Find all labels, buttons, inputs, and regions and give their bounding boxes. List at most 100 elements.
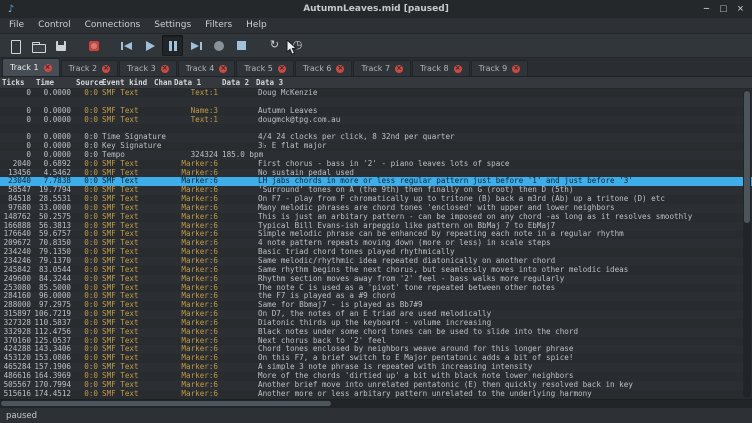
tab-track-9[interactable]: Track 9 bbox=[471, 60, 529, 76]
horizontal-scrollbar[interactable] bbox=[0, 399, 752, 407]
cell-data2: 185.0 bpm bbox=[220, 151, 254, 160]
cell-event-kind: SMF Text bbox=[100, 89, 152, 98]
cell-data3: First chorus - bass in '2' - piano leave… bbox=[254, 160, 752, 169]
pause-button[interactable] bbox=[162, 35, 183, 56]
cell-data3: A simple 3 note phrase is repeated with … bbox=[254, 363, 752, 372]
tab-close-icon[interactable] bbox=[102, 65, 110, 73]
filters-menu[interactable]: Filters bbox=[198, 18, 239, 33]
cell-data3: On this F7, a brief switch to E Major pe… bbox=[254, 354, 752, 363]
cell-data3: No sustain pedal used bbox=[254, 169, 752, 178]
tab-close-icon[interactable] bbox=[161, 65, 169, 73]
app-window: ♪ AutumnLeaves.mid [paused] − □ × File C… bbox=[0, 0, 752, 423]
event-table: 0 0.0000 0:0 SMF Text Text:1 Doug McKenz… bbox=[0, 89, 752, 399]
cell-data3: 4 note pattern repeats moving down (more… bbox=[254, 239, 752, 248]
cell-source: 0:0 bbox=[74, 390, 100, 399]
table-row[interactable]: 515616 174.4512 0:0 SMF Text Marker:6 An… bbox=[0, 390, 752, 399]
loop-icon: ↻ bbox=[268, 39, 282, 53]
open-file-button[interactable] bbox=[27, 35, 48, 56]
cell-data3: 4/4 24 clocks per click, 8 32nd per quar… bbox=[254, 133, 752, 142]
tab-close-icon[interactable] bbox=[336, 65, 344, 73]
help-menu[interactable]: Help bbox=[239, 18, 274, 33]
skip-forward-button[interactable] bbox=[185, 35, 206, 56]
cell-data3: dougmck@tpg.com.au bbox=[254, 116, 752, 125]
cell-data3: On F7 - play from F chromatically up to … bbox=[254, 195, 752, 204]
table-row[interactable]: 0 0.0000 0:0 SMF Text Text:1 dougmck@tpg… bbox=[0, 116, 752, 125]
cell-event-kind: SMF Text bbox=[100, 390, 152, 399]
cell-data3: Same rhythm begins the next chorus, but … bbox=[254, 266, 752, 275]
cell-data3: LH jabs chords in more or less regular p… bbox=[254, 177, 752, 186]
play-button[interactable] bbox=[139, 35, 160, 56]
cell-data3: Same for Bbmaj7 - is played as Bb7#9 bbox=[254, 301, 752, 310]
tab-track-5[interactable]: Track 5 bbox=[236, 60, 294, 76]
play-icon bbox=[143, 39, 157, 53]
col-header-data2[interactable]: Data 2 bbox=[220, 78, 254, 87]
mouse-cursor bbox=[286, 40, 298, 56]
tab-track-8[interactable]: Track 8 bbox=[412, 60, 470, 76]
cell-data3: Another more or less arbitary pattern un… bbox=[254, 390, 752, 399]
toolbar: ↻ ◷ bbox=[0, 34, 752, 58]
cell-ticks: 0 bbox=[0, 116, 34, 125]
maximize-icon: □ bbox=[720, 3, 727, 15]
table-row[interactable]: 0 0.0000 0:0 SMF Text Text:1 Doug McKenz… bbox=[0, 89, 752, 98]
tab-close-icon[interactable] bbox=[395, 65, 403, 73]
window-controls: − □ × bbox=[699, 2, 748, 16]
close-icon: × bbox=[737, 3, 743, 15]
tab-track-7[interactable]: Track 7 bbox=[353, 60, 411, 76]
cell-data3: Diatonic thirds up the keyboard - volume… bbox=[254, 319, 752, 328]
record-toggle-button[interactable] bbox=[83, 35, 104, 56]
window-title: AutumnLeaves.mid [paused] bbox=[0, 4, 752, 14]
col-header-data1[interactable]: Data 1 bbox=[172, 78, 220, 87]
record-toggle-icon bbox=[87, 39, 101, 53]
statusbar: paused bbox=[0, 407, 752, 423]
tab-close-icon[interactable] bbox=[219, 65, 227, 73]
vertical-scrollbar-thumb[interactable] bbox=[744, 91, 750, 223]
tab-track-1[interactable]: Track 1 bbox=[2, 58, 60, 76]
tab-track-6[interactable]: Track 6 bbox=[295, 60, 353, 76]
horizontal-scrollbar-thumb[interactable] bbox=[1, 401, 331, 406]
minimize-icon: − bbox=[703, 3, 709, 15]
new-file-button[interactable] bbox=[4, 35, 25, 56]
maximize-button[interactable]: □ bbox=[716, 2, 731, 16]
col-header-chan[interactable]: Chan bbox=[152, 78, 172, 87]
cell-data3: The note C is used as a 'pivot' tone rep… bbox=[254, 284, 752, 293]
col-header-source[interactable]: Source bbox=[74, 78, 100, 87]
tab-close-icon[interactable] bbox=[454, 65, 462, 73]
record-button[interactable] bbox=[208, 35, 229, 56]
cell-data3: Doug McKenzie bbox=[254, 89, 752, 98]
minimize-button[interactable]: − bbox=[699, 2, 714, 16]
cell-data3: Rhythm section moves away from '2' feel … bbox=[254, 275, 752, 284]
skip-backward-icon bbox=[120, 39, 134, 53]
save-file-button[interactable] bbox=[50, 35, 71, 56]
stop-icon bbox=[235, 39, 249, 53]
loop-button[interactable]: ↻ bbox=[264, 35, 285, 56]
cell-data3: 'Surround' tones on A (the 9th) then fin… bbox=[254, 186, 752, 195]
tab-track-2[interactable]: Track 2 bbox=[61, 60, 119, 76]
skip-backward-button[interactable] bbox=[116, 35, 137, 56]
vertical-scrollbar[interactable] bbox=[743, 90, 751, 398]
tab-track-4[interactable]: Track 4 bbox=[178, 60, 236, 76]
control-menu[interactable]: Control bbox=[31, 18, 78, 33]
cell-time: 0.0000 bbox=[34, 89, 74, 98]
cell-ticks: 0 bbox=[0, 89, 34, 98]
stop-button[interactable] bbox=[231, 35, 252, 56]
cell-data3: Basic triad chord tones played rhythmica… bbox=[254, 248, 752, 257]
col-header-time[interactable]: Time bbox=[34, 78, 74, 87]
col-header-event-kind[interactable]: Event kind bbox=[100, 78, 152, 87]
close-button[interactable]: × bbox=[733, 2, 748, 16]
connections-menu[interactable]: Connections bbox=[78, 18, 148, 33]
tab-track-3[interactable]: Track 3 bbox=[119, 60, 177, 76]
new-file-icon bbox=[8, 39, 22, 53]
tab-close-icon[interactable] bbox=[278, 65, 286, 73]
tab-close-icon[interactable] bbox=[44, 64, 52, 72]
tab-close-icon[interactable] bbox=[512, 65, 520, 73]
menubar: File Control Connections Settings Filter… bbox=[0, 18, 752, 34]
file-menu[interactable]: File bbox=[2, 18, 31, 33]
cell-data1: Text:1 bbox=[172, 116, 220, 125]
titlebar: ♪ AutumnLeaves.mid [paused] − □ × bbox=[0, 0, 752, 18]
cell-time: 174.4512 bbox=[34, 390, 74, 399]
cell-data3: Next chorus back to '2' feel bbox=[254, 337, 752, 346]
settings-menu[interactable]: Settings bbox=[147, 18, 198, 33]
col-header-data3[interactable]: Data 3 bbox=[254, 78, 752, 87]
col-header-ticks[interactable]: Ticks bbox=[0, 78, 34, 87]
open-file-icon bbox=[31, 39, 45, 53]
